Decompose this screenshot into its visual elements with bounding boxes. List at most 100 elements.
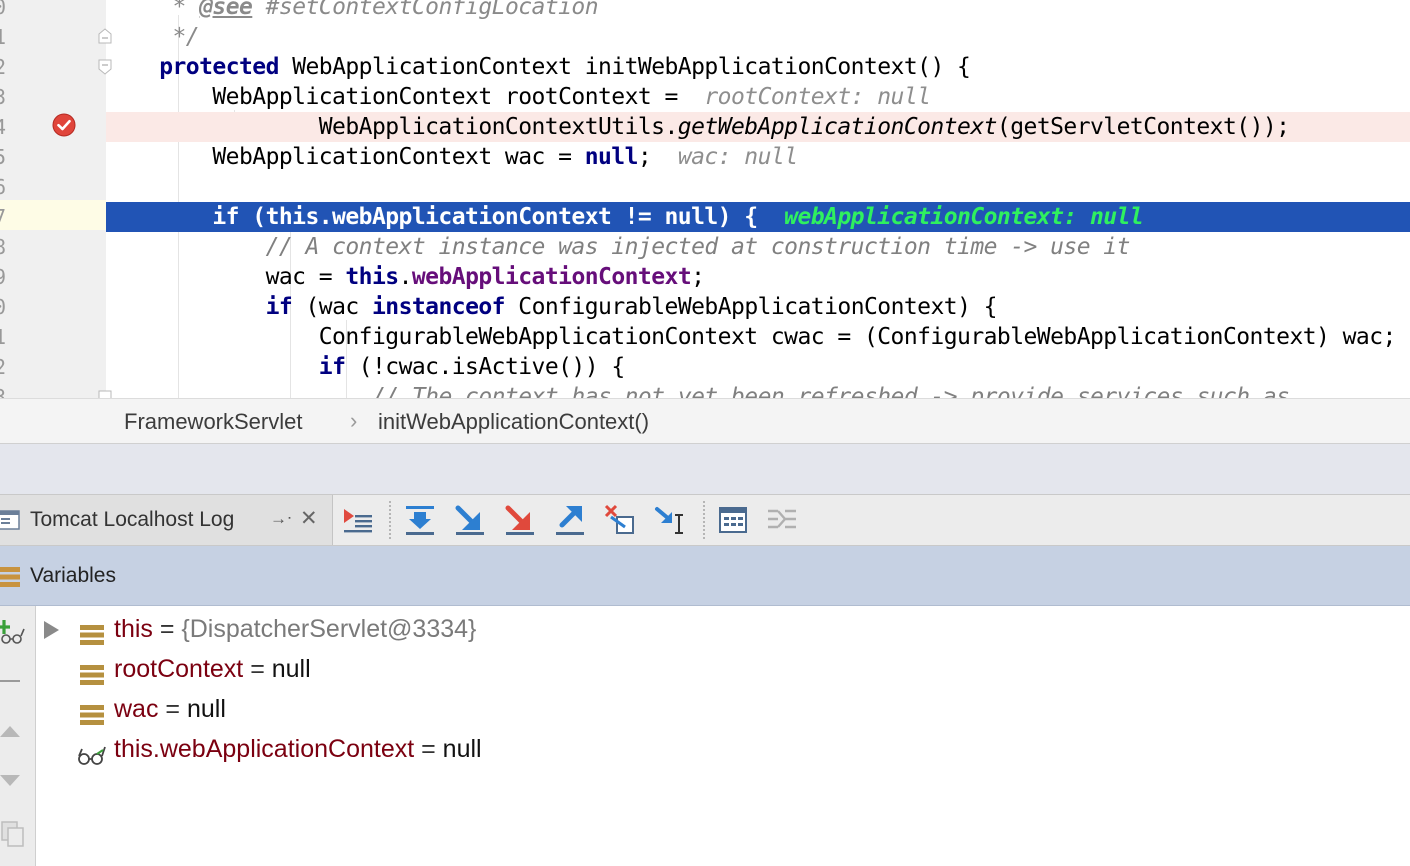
code-token: WebApplicationContext rootContext = [106, 84, 705, 110]
remove-watch-icon[interactable] [0, 680, 20, 682]
step-over-icon[interactable] [403, 503, 437, 537]
move-up-icon[interactable] [0, 724, 20, 738]
line-number[interactable]: 4 [0, 112, 6, 142]
breadcrumb: FrameworkServlet › initWebApplicationCon… [0, 398, 1410, 444]
code-token: ; [637, 144, 678, 170]
equals-sign: = [158, 695, 187, 723]
step-into-icon[interactable] [453, 503, 487, 537]
breakpoint-icon[interactable] [52, 113, 76, 137]
line-number[interactable]: 1 [0, 322, 6, 352]
line-number[interactable]: 3 [0, 82, 6, 112]
execution-point-line[interactable]: if (this.webApplicationContext != null) … [106, 202, 1410, 232]
variable-value: {DispatcherServlet@3334} [181, 615, 477, 643]
breadcrumb-method[interactable]: initWebApplicationContext() [378, 399, 649, 445]
variables-side-toolbar [0, 606, 36, 866]
code-line[interactable]: * @see #setContextConfigLocation [106, 0, 1410, 22]
breadcrumb-class[interactable]: FrameworkServlet [124, 399, 302, 445]
tab-tomcat-localhost-log[interactable]: Tomcat Localhost Log →ᐧ ✕ [0, 495, 333, 545]
code-line[interactable]: WebApplicationContext wac = null; wac: n… [106, 142, 1410, 172]
code-token: WebApplicationContext wac = [106, 144, 585, 170]
variables-tree[interactable]: this = {DispatcherServlet@3334} rootConte… [36, 606, 1410, 866]
line-number[interactable]: 0 [0, 0, 6, 22]
editor-gutter[interactable]: 01234567890123 [0, 0, 112, 398]
trace-current-stream-icon[interactable] [765, 503, 799, 537]
line-number[interactable]: 5 [0, 142, 6, 172]
code-line[interactable]: WebApplicationContext rootContext = root… [106, 82, 1410, 112]
breakpoint-line[interactable]: WebApplicationContextUtils.getWebApplica… [106, 112, 1410, 142]
force-step-into-icon[interactable] [503, 503, 537, 537]
code-line[interactable]: // The context has not yet been refreshe… [106, 382, 1410, 398]
code-token: */ [106, 24, 200, 50]
close-icon[interactable]: ✕ [300, 495, 318, 543]
new-watch-icon[interactable] [0, 618, 26, 646]
field-icon [80, 618, 104, 645]
code-token: webApplicationContext [411, 264, 692, 290]
code-token: . [398, 264, 413, 290]
variable-row[interactable]: rootContext = null [36, 649, 1410, 689]
line-number[interactable]: 8 [0, 232, 6, 262]
code-token: null [584, 144, 639, 170]
line-number[interactable]: 3 [0, 382, 6, 398]
equals-sign: = [414, 735, 443, 763]
inline-debug-value: wac: null [677, 144, 798, 170]
code-token: (!cwac.isActive()) { [345, 354, 626, 380]
code-token: // A context instance was injected at co… [265, 234, 1131, 260]
variable-row[interactable]: this.webApplicationContext = null [36, 729, 1410, 769]
line-number[interactable]: 6 [0, 172, 6, 202]
code-line[interactable]: protected WebApplicationContext initWebA… [106, 52, 1410, 82]
field-icon [80, 658, 104, 685]
variable-value: null [442, 735, 482, 763]
panel-divider [0, 444, 1410, 494]
line-number[interactable]: 2 [0, 352, 6, 382]
toolbar-separator [389, 501, 391, 539]
code-token: (getServletContext()); [996, 114, 1290, 140]
variables-icon [0, 567, 20, 587]
code-line[interactable]: ConfigurableWebApplicationContext cwac =… [106, 322, 1410, 352]
code-line[interactable]: */ [106, 22, 1410, 52]
line-number[interactable]: 0 [0, 292, 6, 322]
expand-arrow-icon[interactable] [44, 621, 59, 639]
pin-tab-icon[interactable]: →ᐧ [270, 495, 291, 543]
line-number[interactable]: 1 [0, 22, 6, 52]
variable-row[interactable]: this = {DispatcherServlet@3334} [36, 609, 1410, 649]
run-to-cursor-icon[interactable] [653, 503, 687, 537]
toolbar-separator [703, 501, 705, 539]
inline-debug-value: webApplicationContext: null [784, 204, 1144, 230]
line-number[interactable]: 7 [0, 202, 6, 232]
code-token: instanceof [371, 294, 506, 320]
inline-debug-value: rootContext: null [704, 84, 931, 110]
code-editor[interactable]: 01234567890123 * @see #setContextConfigL… [0, 0, 1410, 398]
code-line[interactable]: if (!cwac.isActive()) { [106, 352, 1410, 382]
line-number[interactable]: 2 [0, 52, 6, 82]
code-line[interactable]: // A context instance was injected at co… [106, 232, 1410, 262]
variable-row[interactable]: wac = null [36, 689, 1410, 729]
code-token: if (this.webApplicationContext != null) … [106, 204, 785, 230]
step-out-icon[interactable] [553, 503, 587, 537]
code-token: ; [691, 264, 705, 290]
copy-icon[interactable] [0, 820, 26, 848]
line-number[interactable]: 9 [0, 262, 6, 292]
field-icon [80, 698, 104, 725]
watch-glasses-icon [77, 738, 107, 765]
code-line[interactable]: if (wac instanceof ConfigurableWebApplic… [106, 292, 1410, 322]
code-token: protected [159, 54, 279, 80]
move-down-icon[interactable] [0, 774, 20, 788]
code-token: WebApplicationContext initWebApplication… [278, 54, 971, 80]
code-line[interactable] [106, 172, 1410, 202]
equals-sign: = [243, 655, 272, 683]
code-line[interactable]: wac = this.webApplicationContext; [106, 262, 1410, 292]
show-execution-point-icon[interactable] [341, 503, 375, 537]
evaluate-expression-icon[interactable] [716, 503, 750, 537]
code-token: this [345, 264, 399, 290]
code-token: * [106, 0, 200, 20]
chevron-right-icon: › [350, 408, 358, 433]
drop-frame-icon[interactable] [603, 503, 637, 537]
code-token: WebApplicationContextUtils. [106, 114, 679, 140]
variables-header: Variables [0, 546, 1410, 606]
code-area[interactable]: * @see #setContextConfigLocation */ prot… [106, 0, 1410, 398]
gutter-current-line [0, 200, 106, 230]
code-token: (wac [292, 294, 372, 320]
